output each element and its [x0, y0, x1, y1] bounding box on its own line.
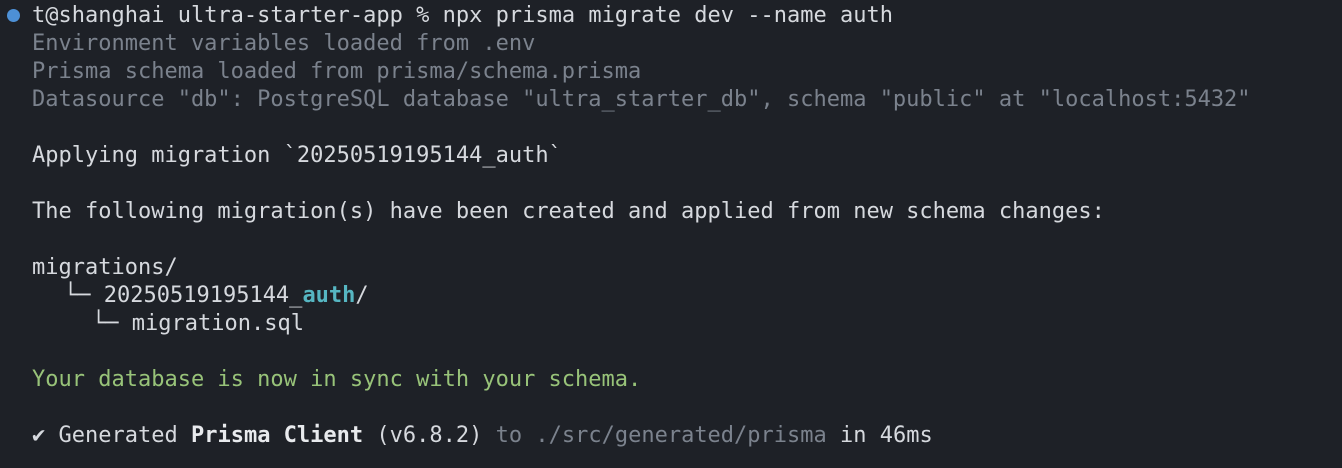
schema-info-line: Prisma schema loaded from prisma/schema.…	[32, 59, 642, 84]
prompt-symbol: %	[416, 3, 430, 28]
check-icon: ✔	[32, 423, 46, 448]
sync-message: Your database is now in sync with your s…	[32, 367, 642, 392]
tree-file-name: migration.sql	[131, 311, 304, 336]
prompt-user-host: t@shanghai	[32, 3, 165, 28]
duration: 46ms	[879, 423, 933, 448]
client-version: (v6.8.2)	[376, 423, 483, 448]
applying-migration-line: Applying migration `20250519195144_auth`	[32, 143, 562, 168]
command-line: t@shanghai ultra-starter-app % npx prism…	[32, 2, 893, 30]
tree-folder-prefix: 20250519195144_	[103, 283, 303, 308]
tree-folder-name: auth	[302, 283, 356, 308]
generated-label: Generated	[58, 423, 178, 448]
tree-folder-line: └─ 20250519195144_auth/	[64, 282, 369, 310]
prompt-directory: ultra-starter-app	[177, 3, 403, 28]
in-text: in	[840, 423, 867, 448]
created-notice-line: The following migration(s) have been cre…	[32, 199, 1105, 224]
terminal-window[interactable]: t@shanghai ultra-starter-app % npx prism…	[0, 0, 1342, 468]
env-info-line: Environment variables loaded from .env	[32, 31, 536, 56]
tree-root: migrations/	[32, 255, 178, 280]
command-text: npx prisma migrate dev --name auth	[442, 3, 893, 28]
tree-branch-icon: └─	[92, 311, 132, 336]
output-path: ./src/generated/prisma	[535, 423, 827, 448]
tree-branch-icon: └─	[64, 283, 104, 308]
prompt-status-icon	[7, 9, 20, 22]
tree-file-line: └─ migration.sql	[92, 310, 304, 338]
tree-folder-suffix: /	[355, 283, 369, 308]
to-text: to	[495, 423, 523, 448]
generated-line: ✔ Generated Prisma Client (v6.8.2) to ./…	[32, 422, 933, 450]
datasource-info-line: Datasource "db": PostgreSQL database "ul…	[32, 87, 1251, 112]
client-name: Prisma Client	[190, 423, 364, 448]
